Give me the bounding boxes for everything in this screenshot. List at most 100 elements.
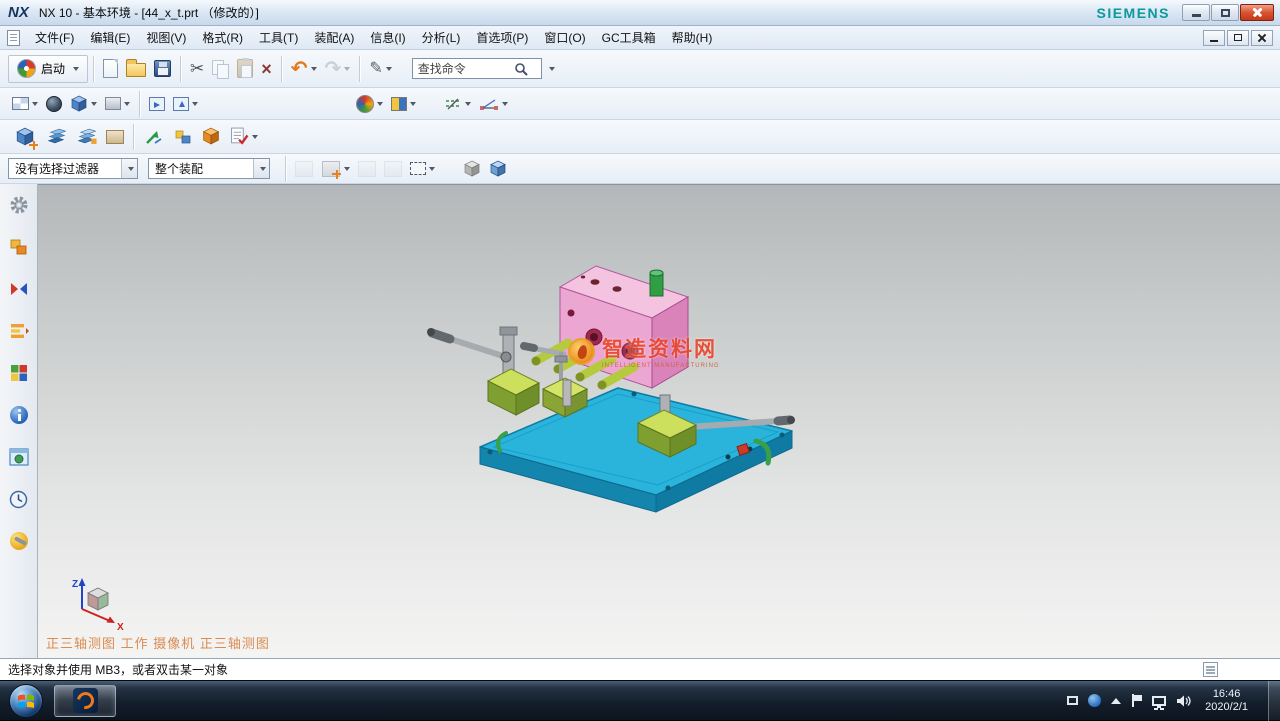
new-component-button[interactable] — [42, 126, 72, 147]
show-hidden-icons-button[interactable] — [1111, 698, 1121, 704]
assembly-toolbar — [0, 120, 1280, 154]
cut-button[interactable]: ✂ — [186, 58, 208, 79]
constraint-icon — [173, 128, 193, 146]
part-navigator-button[interactable] — [6, 318, 32, 344]
pattern-component-button[interactable] — [72, 126, 102, 147]
selection-filter-value: 没有选择过滤器 — [9, 160, 121, 177]
menu-gc-toolbox[interactable]: GC工具箱 — [594, 26, 664, 49]
minimize-button[interactable] — [1182, 4, 1210, 21]
pick-top-button[interactable] — [354, 159, 380, 179]
selection-filter-dropdown[interactable]: 没有选择过滤器 — [8, 158, 138, 179]
snap-point-settings-button[interactable] — [387, 95, 420, 113]
taskbar-nx-app-button[interactable] — [54, 685, 116, 717]
dropdown-arrow-icon[interactable] — [386, 67, 392, 71]
resource-options-button[interactable] — [6, 192, 32, 218]
viewport-3d[interactable]: 智造资料网 INTELLIGENT MANUFACTURING Z X 正三轴测… — [38, 184, 1280, 658]
start-orb-button[interactable] — [9, 684, 43, 718]
history-button[interactable] — [6, 486, 32, 512]
history-clock-icon — [9, 490, 28, 509]
dropdown-arrow-icon — [128, 167, 134, 171]
command-finder-input[interactable] — [418, 62, 514, 76]
interference-check-button[interactable] — [225, 125, 262, 148]
dropdown-arrow-icon — [91, 102, 97, 106]
process-studio-button[interactable] — [6, 528, 32, 554]
open-folder-icon — [126, 63, 146, 77]
redo-button[interactable]: ↷ — [321, 57, 355, 81]
menu-assemblies[interactable]: 装配(A) — [306, 26, 362, 49]
volume-icon[interactable] — [1176, 694, 1191, 708]
mdi-minimize-button[interactable] — [1203, 30, 1225, 46]
open-file-button[interactable] — [122, 58, 150, 79]
orient-view-button[interactable] — [145, 95, 169, 113]
menu-edit[interactable]: 编辑(E) — [82, 26, 138, 49]
close-button[interactable] — [1240, 4, 1274, 21]
hide-selection-button[interactable] — [380, 159, 406, 179]
maximize-button[interactable] — [1211, 4, 1239, 21]
model-left-clamp[interactable] — [427, 327, 539, 415]
menu-format[interactable]: 格式(R) — [194, 26, 251, 49]
component-properties-button[interactable] — [102, 128, 128, 146]
menu-tools[interactable]: 工具(T) — [251, 26, 306, 49]
tray-update-icon[interactable] — [1088, 694, 1101, 707]
visualization-button[interactable] — [42, 94, 66, 114]
mdi-close-button[interactable] — [1251, 30, 1273, 46]
cad-model-canvas[interactable] — [38, 185, 1280, 658]
check-document-icon — [229, 127, 249, 146]
view-background-button[interactable] — [101, 95, 134, 112]
taskbar-clock[interactable]: 16:46 2020/2/1 — [1205, 688, 1248, 714]
explode-assembly-button[interactable] — [197, 125, 225, 148]
display-style-button[interactable] — [66, 93, 101, 115]
hd3d-tools-button[interactable] — [6, 402, 32, 428]
menu-information[interactable]: 信息(I) — [362, 26, 413, 49]
status-panel-button[interactable] — [1203, 662, 1218, 677]
combo-arrow-button[interactable] — [253, 159, 269, 178]
delete-button[interactable]: × — [257, 58, 276, 80]
repeat-command-button[interactable]: ✎ — [365, 59, 395, 79]
action-center-icon[interactable] — [1131, 694, 1142, 707]
combo-arrow-button[interactable] — [121, 159, 137, 178]
web-browser-button[interactable] — [6, 444, 32, 470]
constraint-navigator-button[interactable] — [6, 276, 32, 302]
add-component-button[interactable] — [8, 122, 42, 152]
blue-cube-icon — [489, 160, 507, 178]
enable-snap-point-button[interactable] — [440, 95, 475, 113]
dropdown-arrow-icon[interactable] — [344, 67, 350, 71]
menu-view[interactable]: 视图(V) — [138, 26, 194, 49]
copy-button[interactable] — [208, 58, 233, 80]
selection-scope-dropdown[interactable]: 整个装配 — [148, 158, 270, 179]
plus-icon — [29, 141, 38, 150]
reuse-library-button[interactable] — [6, 360, 32, 386]
network-icon[interactable] — [1152, 696, 1166, 706]
search-icon[interactable] — [514, 62, 528, 76]
menu-file[interactable]: 文件(F) — [27, 26, 82, 49]
tray-app-icon[interactable] — [1067, 696, 1078, 705]
assembly-constraints-button[interactable] — [169, 126, 197, 148]
save-button[interactable] — [150, 58, 175, 79]
document-menu-icon[interactable] — [7, 30, 20, 46]
undo-button[interactable]: ↶ — [287, 57, 321, 81]
menu-window[interactable]: 窗口(O) — [536, 26, 593, 49]
snap-point-toggle-button[interactable] — [291, 159, 317, 179]
show-desktop-button[interactable] — [1268, 681, 1280, 721]
new-file-button[interactable] — [99, 57, 122, 80]
command-finder-options-button[interactable] — [542, 65, 559, 73]
menu-analysis[interactable]: 分析(L) — [414, 26, 469, 49]
menu-preferences[interactable]: 首选项(P) — [468, 26, 536, 49]
dropdown-arrow-icon[interactable] — [311, 67, 317, 71]
menu-help[interactable]: 帮助(H) — [664, 26, 721, 49]
wireframe-display-toggle[interactable] — [485, 158, 511, 180]
move-object-button[interactable] — [352, 93, 387, 115]
windows-flag-icon — [16, 691, 36, 711]
start-menu-button[interactable]: 启动 — [8, 55, 88, 83]
rotate-view-button[interactable] — [169, 95, 202, 113]
move-component-button[interactable] — [139, 126, 169, 148]
assembly-navigator-button[interactable] — [6, 234, 32, 260]
point-constructor-button[interactable] — [317, 157, 354, 181]
rectangle-select-button[interactable] — [406, 160, 439, 177]
snap-endpoint-button[interactable] — [475, 95, 512, 113]
shaded-display-toggle[interactable] — [459, 158, 485, 180]
window-layout-button[interactable] — [8, 95, 42, 112]
gray-tool-icon — [295, 161, 313, 177]
mdi-restore-button[interactable] — [1227, 30, 1249, 46]
paste-button[interactable] — [233, 57, 257, 80]
